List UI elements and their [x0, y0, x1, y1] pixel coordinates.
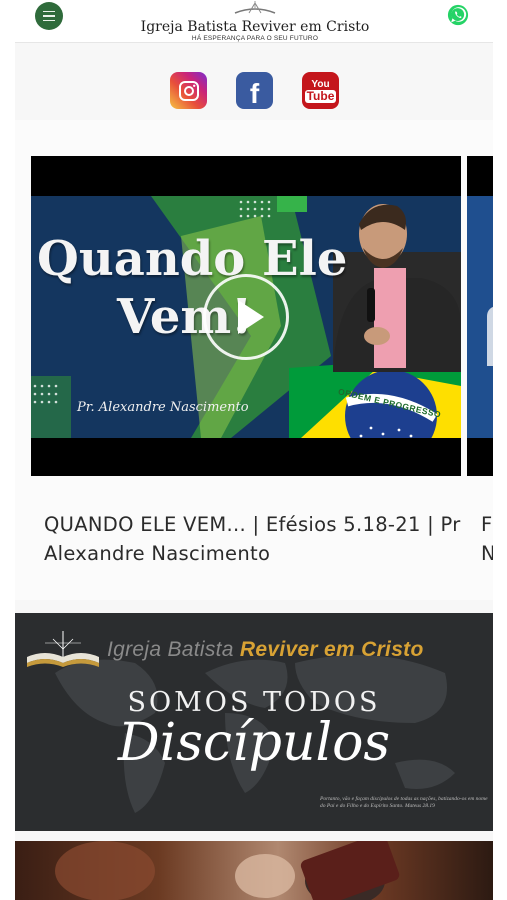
facebook-button[interactable]: f	[236, 72, 273, 109]
play-button[interactable]	[203, 274, 289, 360]
open-bible-icon	[27, 631, 99, 667]
logo-icon	[234, 1, 276, 14]
video-player[interactable]: Quando Ele Vem! Pr. Alexandre Nascimento…	[31, 156, 461, 476]
thumbnail-headline: Quando Ele Vem!	[37, 230, 347, 346]
disciples-banner[interactable]: Igreja Batista Reviver em Cristo SOMOS T…	[15, 613, 493, 831]
banner-brand: Igreja Batista Reviver em Cristo	[107, 638, 424, 662]
whatsapp-icon[interactable]	[447, 4, 469, 26]
banner-verse: Portanto, vão e façam discípulos de toda…	[320, 796, 488, 809]
menu-button[interactable]	[35, 2, 63, 30]
thumbnail-headline-line1: Quando Ele	[37, 231, 348, 287]
banner-brand-left: Igreja Batista	[107, 638, 234, 661]
next-video-figure	[487, 306, 493, 366]
site-tagline: HÁ ESPERANÇA PARA O SEU FUTURO	[191, 35, 319, 42]
site-title: Igreja Batista Reviver em Cristo	[140, 19, 370, 35]
site-brand[interactable]: Igreja Batista Reviver em Cristo HÁ ESPE…	[135, 0, 375, 43]
instagram-icon	[178, 80, 199, 101]
play-icon	[238, 300, 264, 334]
next-video-thumbnail	[467, 196, 493, 438]
next-video-player[interactable]	[467, 156, 493, 476]
video-thumbnail: Quando Ele Vem! Pr. Alexandre Nascimento…	[31, 196, 461, 438]
video-title[interactable]: QUANDO ELE VEM... | Efésios 5.18-21 | Pr…	[44, 510, 464, 568]
instagram-button[interactable]	[170, 72, 207, 109]
hamburger-icon	[43, 9, 55, 23]
next-video-title[interactable]: F N	[481, 510, 493, 568]
facebook-icon: f	[249, 77, 260, 109]
banner-script: Discípulos	[117, 713, 391, 773]
site-header: Igreja Batista Reviver em Cristo HÁ ESPE…	[15, 0, 493, 43]
thumbnail-headline-line2: Vem!	[117, 289, 253, 345]
youtube-label: Tube	[304, 88, 337, 103]
thumbnail-speaker: Pr. Alexandre Nascimento	[77, 400, 249, 415]
youtube-button[interactable]: You Tube	[302, 72, 339, 109]
hands-photo	[55, 841, 400, 900]
banner-brand-right: Reviver em Cristo	[239, 638, 424, 661]
video-carousel: Quando Ele Vem! Pr. Alexandre Nascimento…	[15, 120, 493, 600]
youtube-icon: You	[311, 78, 330, 90]
page: Igreja Batista Reviver em Cristo HÁ ESPE…	[15, 0, 493, 900]
next-banner-image[interactable]	[15, 841, 493, 900]
social-links: f You Tube	[170, 72, 339, 109]
